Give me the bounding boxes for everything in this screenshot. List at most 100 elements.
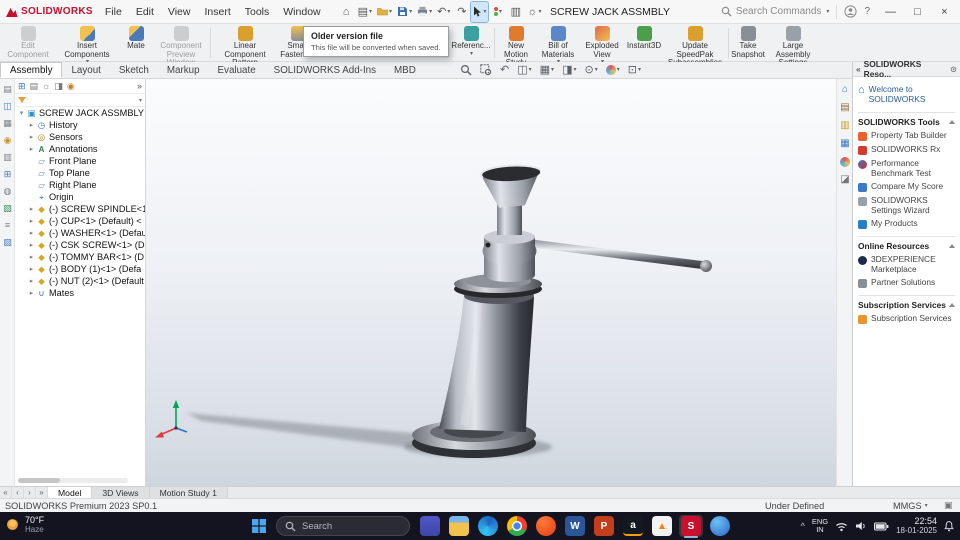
tree-horizontal-scrollbar[interactable]: [18, 478, 128, 483]
select-tool-icon[interactable]: ▾: [470, 0, 490, 23]
left-dock-icon-5[interactable]: ▥: [1, 150, 14, 164]
tree-item-right-plane[interactable]: ▱ Right Plane: [15, 179, 145, 191]
brave-icon[interactable]: [534, 515, 558, 537]
expand-arrow-icon[interactable]: ▸: [27, 289, 36, 297]
file-explorer-icon[interactable]: [447, 515, 471, 537]
weather-widget[interactable]: 70°F Haze: [5, 515, 44, 534]
doc-tab-3d-views[interactable]: 3D Views: [92, 487, 150, 498]
tree-item-nut[interactable]: ▸ ◆ (-) NUT (2)<1> (Default: [15, 275, 145, 287]
print-icon[interactable]: ▾: [415, 2, 434, 22]
taskpane-item-solidworks-rx[interactable]: SOLIDWORKS Rx: [858, 144, 955, 155]
ribbon-button-take-snapshot[interactable]: Take Snapshot: [730, 26, 766, 59]
notifications-icon[interactable]: [944, 520, 954, 532]
tree-item-mates[interactable]: ▸ ∪ Mates: [15, 287, 145, 299]
expand-arrow-icon[interactable]: ▾: [17, 109, 26, 117]
tab-assembly[interactable]: Assembly: [0, 62, 63, 78]
zoom-to-fit-icon[interactable]: [460, 64, 472, 76]
tab-evaluate[interactable]: Evaluate: [209, 62, 265, 78]
display-style-icon[interactable]: ◨ ▾: [562, 64, 576, 76]
clock[interactable]: 22:54 18-01-2025: [896, 516, 937, 536]
collapse-pane-icon[interactable]: «: [856, 64, 861, 74]
home-tab-icon[interactable]: ⌂: [838, 82, 852, 97]
units-selector[interactable]: MMGS ▾: [893, 501, 928, 511]
rebuild-icon[interactable]: ▾: [489, 2, 506, 22]
vlc-icon[interactable]: ▲: [650, 515, 674, 537]
ribbon-button-bill-of-materials[interactable]: Bill of Materials▾: [538, 26, 578, 65]
collapse-section-icon[interactable]: [949, 303, 955, 307]
left-dock-icon-9[interactable]: ≡: [1, 218, 14, 232]
tree-item-top-plane[interactable]: ▱ Top Plane: [15, 167, 145, 179]
user-account-icon[interactable]: [844, 5, 858, 18]
section-view-icon[interactable]: ◫ ▾: [517, 64, 531, 76]
taskbar-search[interactable]: Search: [276, 516, 410, 536]
expand-arrow-icon[interactable]: ▸: [27, 253, 36, 261]
redo-icon[interactable]: ↷: [453, 2, 470, 22]
start-button[interactable]: [252, 519, 266, 536]
left-dock-icon-8[interactable]: ▧: [1, 201, 14, 215]
tree-item-sensors[interactable]: ▸ ◎ Sensors: [15, 131, 145, 143]
tree-item-assembly-root[interactable]: ▾ ▣ SCREW JACK ASSMBLY (De: [15, 107, 145, 119]
view-settings-icon[interactable]: ⊡ ▾: [628, 64, 641, 76]
tab-scroll-first-icon[interactable]: «: [0, 487, 12, 498]
expand-statusbar-icon[interactable]: ▣: [944, 500, 953, 511]
previous-view-icon[interactable]: ↶: [500, 64, 509, 76]
left-dock-icon-4[interactable]: ◉: [1, 133, 14, 147]
pin-icon[interactable]: ⊙: [950, 64, 957, 74]
expand-arrow-icon[interactable]: ▸: [27, 241, 36, 249]
feature-tree-tab-icon[interactable]: ⊞: [18, 81, 26, 92]
tab-solidworks-add-ins[interactable]: SOLIDWORKS Add-Ins: [265, 62, 385, 78]
collapse-section-icon[interactable]: [949, 120, 955, 124]
maximize-button[interactable]: □: [904, 0, 931, 23]
ribbon-button-instant3d[interactable]: Instant3D: [626, 26, 662, 51]
property-manager-tab-icon[interactable]: ▤: [30, 81, 39, 92]
custom-properties-icon[interactable]: ◪: [838, 172, 852, 187]
ribbon-button-mate[interactable]: Mate: [120, 26, 152, 51]
menu-window[interactable]: Window: [276, 0, 327, 24]
menu-insert[interactable]: Insert: [197, 0, 237, 24]
battery-icon[interactable]: [874, 522, 889, 531]
edge-icon[interactable]: [476, 515, 500, 537]
design-library-icon[interactable]: ▤: [838, 100, 852, 115]
save-icon[interactable]: ▾: [395, 2, 414, 22]
tree-item-csk-screw[interactable]: ▸ ◆ (-) CSK SCREW<1> (De: [15, 239, 145, 251]
zoom-to-area-icon[interactable]: [480, 64, 492, 76]
dimxpert-tab-icon[interactable]: ◨: [54, 81, 63, 92]
graphics-viewport[interactable]: [146, 79, 836, 486]
taskpane-item-performance-benchmark[interactable]: Performance Benchmark Test: [858, 158, 955, 178]
copilot-icon[interactable]: [708, 515, 732, 537]
tab-sketch[interactable]: Sketch: [110, 62, 158, 78]
expand-arrow-icon[interactable]: ▸: [27, 265, 36, 273]
options-icon[interactable]: ☼ ▾: [525, 2, 543, 22]
left-dock-icon-6[interactable]: ⊞: [1, 167, 14, 181]
expand-arrow-icon[interactable]: ▸: [27, 205, 36, 213]
display-manager-tab-icon[interactable]: ◉: [67, 81, 75, 92]
expand-arrow-icon[interactable]: ▸: [27, 145, 36, 153]
teams-icon[interactable]: [418, 515, 442, 537]
menu-edit[interactable]: Edit: [129, 0, 161, 24]
ribbon-button-exploded-view[interactable]: Exploded View▾: [580, 26, 624, 65]
tree-item-body[interactable]: ▸ ◆ (-) BODY (1)<1> (Defa: [15, 263, 145, 275]
tab-mbd[interactable]: MBD: [385, 62, 425, 78]
tab-markup[interactable]: Markup: [158, 62, 209, 78]
file-properties-icon[interactable]: ▥: [507, 2, 524, 22]
volume-icon[interactable]: [855, 521, 867, 531]
taskpane-item-settings-wizard[interactable]: SOLIDWORKS Settings Wizard: [858, 195, 955, 215]
menu-view[interactable]: View: [161, 0, 198, 24]
language-switcher[interactable]: ENG IN: [812, 518, 828, 534]
configuration-manager-tab-icon[interactable]: ☼: [42, 81, 50, 91]
tree-item-screw-spindle[interactable]: ▸ ◆ (-) SCREW SPINDLE<1> (: [15, 203, 145, 215]
tree-item-tommy-bar[interactable]: ▸ ◆ (-) TOMMY BAR<1> (D: [15, 251, 145, 263]
left-dock-icon-10[interactable]: ▨: [1, 235, 14, 249]
taskpane-item-partner-solutions[interactable]: Partner Solutions: [858, 277, 955, 288]
doc-tab-motion-study-1[interactable]: Motion Study 1: [149, 487, 228, 498]
menu-tools[interactable]: Tools: [238, 0, 277, 24]
help-icon[interactable]: ?: [864, 6, 870, 17]
edit-appearance-icon[interactable]: ▾: [605, 65, 620, 75]
expand-pane-icon[interactable]: »: [137, 81, 142, 91]
powerpoint-icon[interactable]: P: [592, 515, 616, 537]
expand-arrow-icon[interactable]: ▸: [27, 121, 36, 129]
tab-scroll-last-icon[interactable]: »: [36, 487, 48, 498]
tree-item-washer[interactable]: ▸ ◆ (-) WASHER<1> (Defaul: [15, 227, 145, 239]
view-orientation-icon[interactable]: ▦ ▾: [540, 64, 554, 76]
tree-filter-bar[interactable]: ▾: [15, 94, 145, 107]
